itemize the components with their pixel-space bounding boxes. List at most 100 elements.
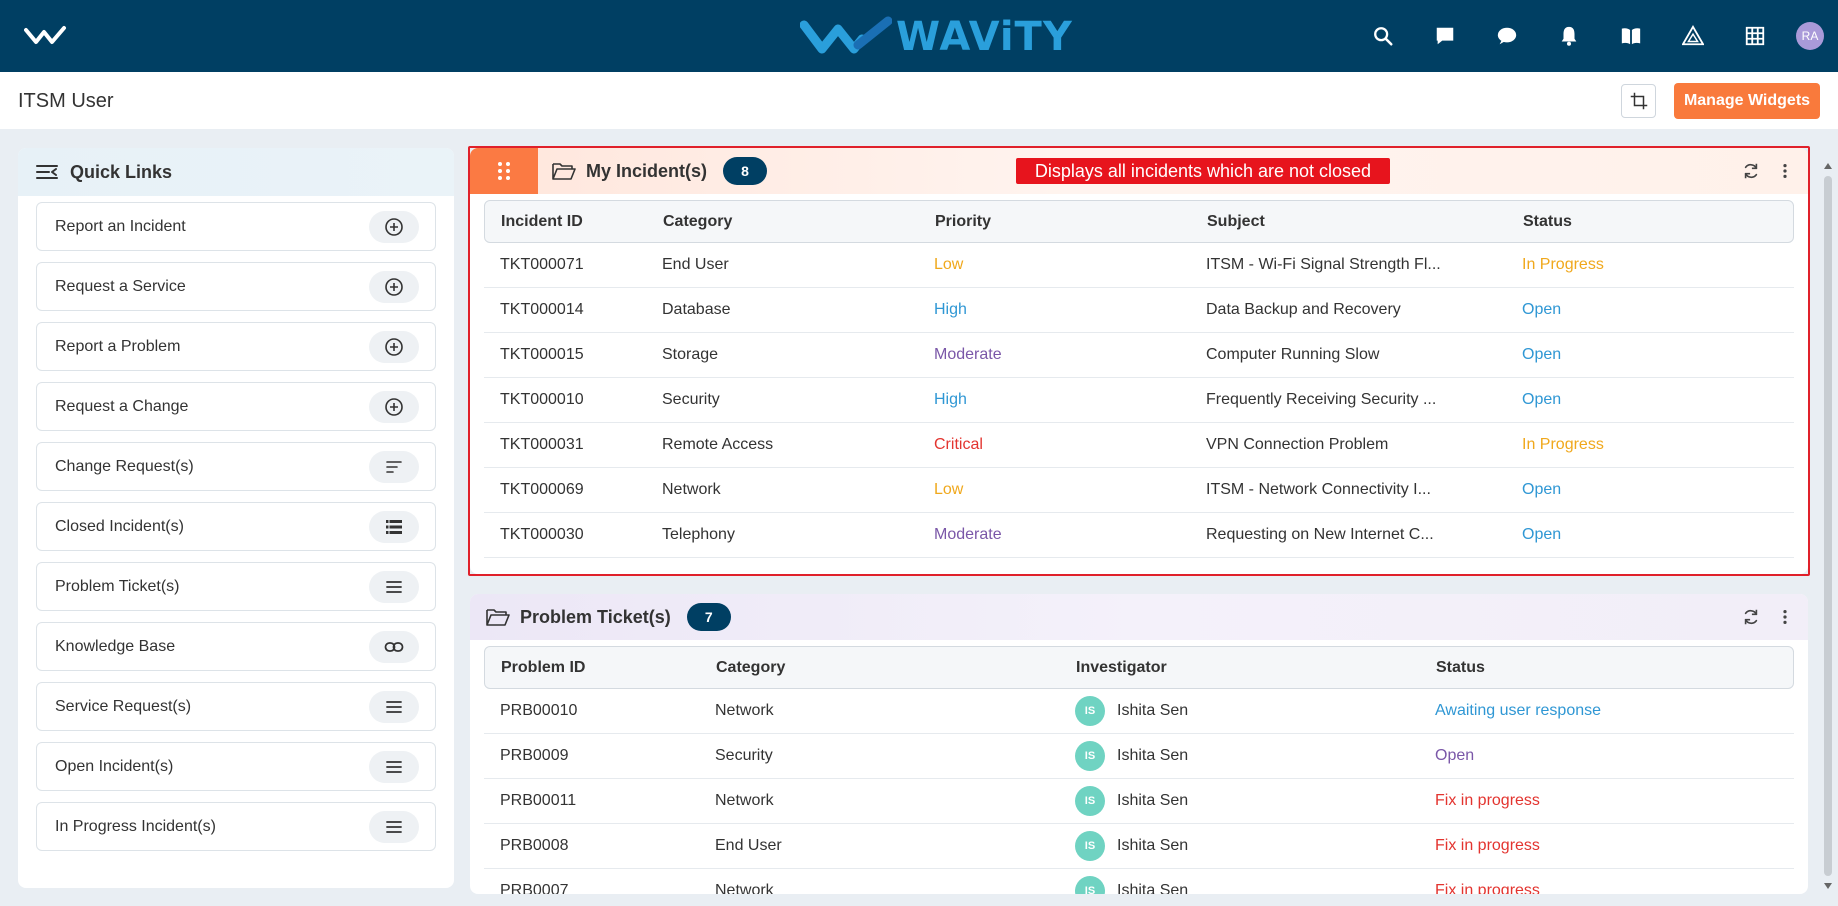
incident-id[interactable]: TKT000071 xyxy=(484,256,646,274)
problem-id[interactable]: PRB0009 xyxy=(484,747,699,765)
problem-id[interactable]: PRB0008 xyxy=(484,837,699,855)
quick-link-request-service[interactable]: Request a Service xyxy=(36,262,436,311)
table-row[interactable]: TKT000030 Telephony Moderate Requesting on … xyxy=(484,513,1794,558)
column-header[interactable]: Status xyxy=(1420,659,1793,677)
investigator-avatar: IS xyxy=(1075,741,1105,771)
quick-link-report-incident[interactable]: Report an Incident xyxy=(36,202,436,251)
table-header: Problem ID Category Investigator Status xyxy=(484,646,1794,689)
quick-link-request-change[interactable]: Request a Change xyxy=(36,382,436,431)
column-header[interactable]: Incident ID xyxy=(485,213,647,231)
incident-priority: Moderate xyxy=(934,346,1002,363)
quick-link-in-progress-incidents[interactable]: In Progress Incident(s) xyxy=(36,802,436,851)
quick-link-label: Open Incident(s) xyxy=(55,757,174,775)
crop-layout-button[interactable] xyxy=(1621,84,1656,118)
page-scrollbar[interactable] xyxy=(1822,162,1834,890)
quick-link-action[interactable] xyxy=(369,450,419,483)
column-header[interactable]: Priority xyxy=(919,213,1191,231)
quick-link-action[interactable] xyxy=(369,210,419,243)
quick-link-action[interactable] xyxy=(369,810,419,843)
refresh-icon[interactable] xyxy=(1742,162,1760,180)
incident-id[interactable]: TKT000015 xyxy=(484,346,646,364)
apps-tent-button[interactable] xyxy=(1662,0,1724,72)
quick-link-problem-tickets[interactable]: Problem Ticket(s) xyxy=(36,562,436,611)
incident-id[interactable]: TKT000031 xyxy=(484,436,646,454)
drag-dots-icon xyxy=(498,162,510,180)
incident-status: Open xyxy=(1522,481,1562,498)
knowledge-button[interactable] xyxy=(1600,0,1662,72)
plus-circle-icon xyxy=(385,277,403,296)
table-row[interactable]: PRB0008 End User IS Ishita Sen Fix in progre… xyxy=(484,824,1794,869)
quick-link-action[interactable] xyxy=(369,750,419,783)
problem-category: End User xyxy=(715,837,782,854)
quick-link-service-requests[interactable]: Service Request(s) xyxy=(36,682,436,731)
table-row[interactable]: PRB0009 Security IS Ishita Sen Open xyxy=(484,734,1794,779)
quick-link-knowledge-base[interactable]: Knowledge Base xyxy=(36,622,436,671)
table-row[interactable]: PRB00011 Network IS Ishita Sen Fix in progre… xyxy=(484,779,1794,824)
incident-status: Open xyxy=(1522,301,1562,318)
incident-subject: VPN Connection Problem xyxy=(1206,436,1389,453)
user-avatar[interactable]: RA xyxy=(1796,22,1824,50)
incident-status: In Progress xyxy=(1522,256,1604,273)
menu-icon xyxy=(386,760,402,773)
incident-category: Database xyxy=(662,301,731,318)
scroll-thumb[interactable] xyxy=(1824,176,1832,876)
quick-link-action[interactable] xyxy=(369,630,419,663)
table-row[interactable]: PRB00010 Network IS Ishita Sen Awaiting user… xyxy=(484,689,1794,734)
table-row[interactable]: TKT000071 End User Low ITSM - Wi-Fi Signal … xyxy=(484,243,1794,288)
refresh-icon[interactable] xyxy=(1742,608,1760,626)
incident-status: Open xyxy=(1522,346,1562,363)
more-vertical-icon[interactable] xyxy=(1776,608,1794,626)
column-header[interactable]: Category xyxy=(647,213,919,231)
incident-id[interactable]: TKT000010 xyxy=(484,391,646,409)
wavity-logo-icon xyxy=(800,16,892,54)
quick-link-label: Problem Ticket(s) xyxy=(55,577,180,595)
quick-link-action[interactable] xyxy=(369,270,419,303)
investigator-name: Ishita Sen xyxy=(1117,837,1189,854)
quick-link-open-incidents[interactable]: Open Incident(s) xyxy=(36,742,436,791)
incident-id[interactable]: TKT000030 xyxy=(484,526,646,544)
quick-link-report-problem[interactable]: Report a Problem xyxy=(36,322,436,371)
drag-handle[interactable] xyxy=(470,148,538,194)
top-bar: WAViTY RA xyxy=(0,0,1838,72)
incident-id[interactable]: TKT000014 xyxy=(484,301,646,319)
search-button[interactable] xyxy=(1352,0,1414,72)
quick-link-action[interactable] xyxy=(369,390,419,423)
incident-id[interactable]: TKT000069 xyxy=(484,481,646,499)
incident-subject: ITSM - Network Connectivity I... xyxy=(1206,481,1431,498)
comments-button[interactable] xyxy=(1476,0,1538,72)
column-header[interactable]: Investigator xyxy=(1060,659,1420,677)
table-row[interactable]: TKT000015 Storage Moderate Computer Running… xyxy=(484,333,1794,378)
messages-button[interactable] xyxy=(1414,0,1476,72)
table-row[interactable]: TKT000014 Database High Data Backup and Rec… xyxy=(484,288,1794,333)
folder-open-icon xyxy=(486,609,510,626)
scroll-down-arrow-icon[interactable] xyxy=(1824,882,1832,890)
quick-link-change-requests[interactable]: Change Request(s) xyxy=(36,442,436,491)
quick-link-action[interactable] xyxy=(369,570,419,603)
incident-subject: Frequently Receiving Security ... xyxy=(1206,391,1437,408)
table-row[interactable]: TKT000031 Remote Access Critical VPN Connec… xyxy=(484,423,1794,468)
quick-link-closed-incidents[interactable]: Closed Incident(s) xyxy=(36,502,436,551)
column-header[interactable]: Subject xyxy=(1191,213,1507,231)
collapse-menu-icon[interactable] xyxy=(36,163,58,181)
table-row[interactable]: PRB0007 Network IS Ishita Sen Fix in progres… xyxy=(484,869,1794,894)
problem-id[interactable]: PRB0007 xyxy=(484,882,699,894)
quick-link-action[interactable] xyxy=(369,330,419,363)
column-header[interactable]: Problem ID xyxy=(485,659,700,677)
column-header[interactable]: Status xyxy=(1507,213,1793,231)
incident-subject: ITSM - Wi-Fi Signal Strength Fl... xyxy=(1206,256,1441,273)
table-row[interactable]: TKT000010 Security High Frequently Receivin… xyxy=(484,378,1794,423)
incidents-table: Incident ID Category Priority Subject St… xyxy=(484,200,1794,558)
wavity-mark-icon[interactable] xyxy=(24,24,72,48)
column-header[interactable]: Category xyxy=(700,659,1060,677)
manage-widgets-button[interactable]: Manage Widgets xyxy=(1674,83,1820,119)
notifications-button[interactable] xyxy=(1538,0,1600,72)
scroll-up-arrow-icon[interactable] xyxy=(1824,162,1832,170)
quick-link-action[interactable] xyxy=(369,690,419,723)
problem-id[interactable]: PRB00010 xyxy=(484,702,699,720)
app-grid-button[interactable] xyxy=(1724,0,1786,72)
more-vertical-icon[interactable] xyxy=(1776,162,1794,180)
problem-id[interactable]: PRB00011 xyxy=(484,792,699,810)
quick-link-action[interactable] xyxy=(369,510,419,543)
problem-status: Open xyxy=(1435,747,1475,764)
table-row[interactable]: TKT000069 Network Low ITSM - Network Connec… xyxy=(484,468,1794,513)
